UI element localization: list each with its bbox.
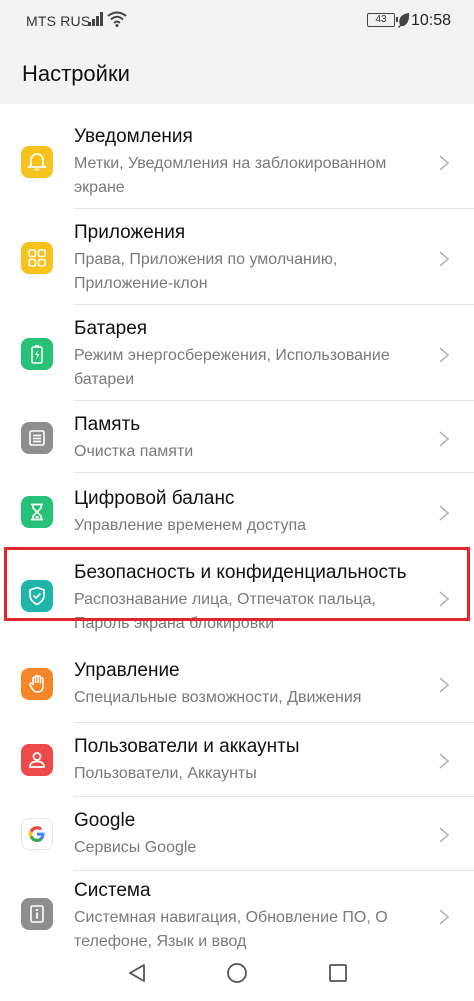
- item-subtitle: Метки, Уведомления на заблокированном эк…: [74, 155, 387, 196]
- google-icon: [21, 818, 53, 850]
- highlight-frame: [4, 547, 470, 621]
- apps-grid-icon: [21, 242, 53, 274]
- chevron-right-icon: [439, 827, 450, 843]
- chevron-right-icon: [439, 505, 450, 521]
- item-subtitle: Очистка памяти: [74, 443, 194, 460]
- header: Настройки: [0, 40, 474, 104]
- divider: [74, 304, 474, 305]
- wifi-icon: [107, 11, 127, 27]
- power-saving-leaf-icon: [398, 13, 410, 28]
- info-icon: [21, 898, 53, 930]
- storage-icon: [21, 422, 53, 454]
- settings-item-battery[interactable]: Батарея Режим энергосбережения, Использо…: [0, 314, 474, 406]
- item-title: Приложения: [74, 222, 186, 243]
- chevron-right-icon: [439, 753, 450, 769]
- item-title: Пользователи и аккаунты: [74, 736, 300, 757]
- chevron-right-icon: [439, 155, 450, 171]
- user-icon: [21, 744, 53, 776]
- item-title: Цифровой баланс: [74, 488, 235, 509]
- item-subtitle: Специальные возможности, Движения: [74, 689, 362, 706]
- item-title: Уведомления: [74, 126, 193, 147]
- home-icon[interactable]: [226, 962, 248, 984]
- item-title: Система: [74, 880, 151, 901]
- item-title: Управление: [74, 660, 180, 681]
- item-subtitle: Права, Приложения по умолчанию, Приложен…: [74, 251, 338, 292]
- chevron-right-icon: [439, 251, 450, 267]
- clock: 10:58: [411, 12, 452, 29]
- carrier-label: MTS RUS: [26, 13, 91, 29]
- signal-icon: [88, 12, 103, 26]
- divider: [74, 870, 474, 871]
- navigation-bar: [0, 955, 474, 1001]
- chevron-right-icon: [439, 909, 450, 925]
- item-subtitle: Сервисы Google: [74, 839, 197, 856]
- battery-charge-icon: [21, 338, 53, 370]
- item-title: Батарея: [74, 318, 148, 339]
- divider: [74, 796, 474, 797]
- settings-item-system[interactable]: Система Системная навигация, Обновление …: [0, 878, 474, 962]
- settings-item-digital-balance[interactable]: Цифровой баланс Управление временем дост…: [0, 484, 474, 552]
- recent-apps-icon[interactable]: [328, 963, 348, 983]
- settings-item-storage[interactable]: Память Очистка памяти: [0, 410, 474, 478]
- status-bar: MTS RUS 43 10:58: [0, 0, 474, 40]
- settings-item-google[interactable]: Google Сервисы Google: [0, 806, 474, 874]
- settings-item-accessibility[interactable]: Управление Специальные возможности, Движ…: [0, 656, 474, 724]
- divider: [74, 400, 474, 401]
- back-icon[interactable]: [127, 963, 147, 983]
- battery-icon: 43: [367, 13, 398, 27]
- settings-item-apps[interactable]: Приложения Права, Приложения по умолчани…: [0, 218, 474, 310]
- bell-icon: [21, 146, 53, 178]
- chevron-right-icon: [439, 431, 450, 447]
- item-subtitle: Режим энергосбережения, Использование ба…: [74, 347, 390, 388]
- item-title: Память: [74, 414, 141, 435]
- chevron-right-icon: [439, 347, 450, 363]
- item-subtitle: Системная навигация, Обновление ПО, О те…: [74, 909, 388, 950]
- page-title: Настройки: [22, 61, 130, 86]
- divider: [74, 722, 474, 723]
- item-subtitle: Управление временем доступа: [74, 517, 307, 534]
- divider: [74, 208, 474, 209]
- hourglass-icon: [21, 496, 53, 528]
- settings-item-notifications[interactable]: Уведомления Метки, Уведомления на заблок…: [0, 122, 474, 214]
- item-subtitle: Пользователи, Аккаунты: [74, 765, 257, 782]
- chevron-right-icon: [439, 677, 450, 693]
- settings-item-users-accounts[interactable]: Пользователи и аккаунты Пользователи, Ак…: [0, 732, 474, 800]
- item-title: Google: [74, 810, 136, 831]
- divider: [74, 472, 474, 473]
- battery-level: 43: [375, 14, 387, 25]
- hand-icon: [21, 668, 53, 700]
